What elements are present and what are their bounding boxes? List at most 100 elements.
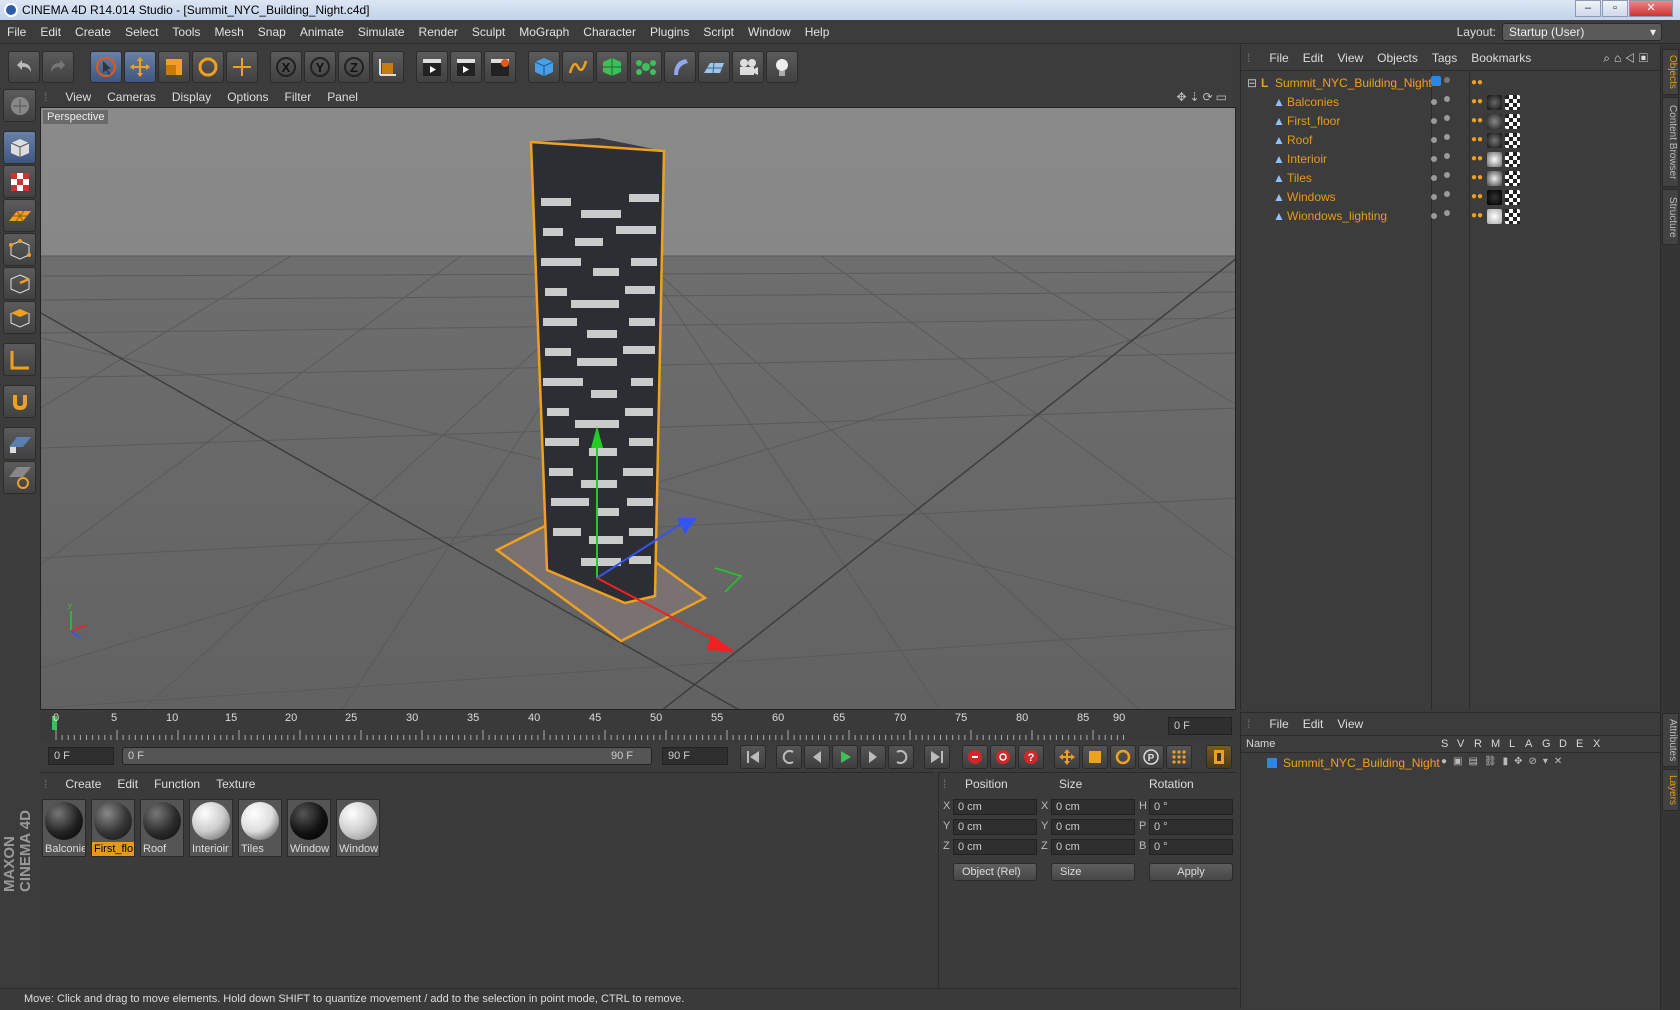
viewport-nav-icons[interactable]: ✥⇣⟳▭ xyxy=(1176,87,1230,107)
column-name[interactable]: Name xyxy=(1246,738,1275,750)
cube-primitive-button[interactable] xyxy=(528,51,560,83)
tab-structure[interactable]: Structure xyxy=(1662,189,1679,245)
redo-button[interactable] xyxy=(42,51,74,83)
perspective-viewport[interactable]: y Perspective xyxy=(40,107,1236,710)
y-axis-lock[interactable]: Y xyxy=(304,51,336,83)
editor-visibility-dot[interactable] xyxy=(1431,118,1437,124)
menu-window[interactable]: Window xyxy=(741,20,798,44)
preview-range-slider[interactable]: 0 F 90 F xyxy=(122,747,652,765)
material-tag[interactable] xyxy=(1487,171,1502,186)
rotate-tool[interactable] xyxy=(192,51,224,83)
editor-visibility-dot[interactable] xyxy=(1431,213,1437,219)
previous-key-button[interactable] xyxy=(776,745,802,769)
go-to-end-button[interactable] xyxy=(924,745,950,769)
material-swatch[interactable]: Tiles xyxy=(238,799,282,857)
material-tag[interactable] xyxy=(1487,190,1502,205)
workplane-align-button[interactable] xyxy=(3,461,36,494)
object-row-root[interactable]: ⊟ L Summit_NYC_Building_Night ●● xyxy=(1245,73,1655,93)
column-view[interactable]: V xyxy=(1457,738,1464,750)
play-button[interactable] xyxy=(832,745,858,769)
tab-objects[interactable]: Objects xyxy=(1662,49,1679,95)
render-visibility-dot[interactable] xyxy=(1444,210,1450,216)
coordinate-mode-dropdown[interactable]: Object (Rel) xyxy=(953,863,1037,881)
column-expressions[interactable]: E xyxy=(1576,738,1583,750)
undo-button[interactable] xyxy=(8,51,40,83)
material-tag[interactable] xyxy=(1487,152,1502,167)
render-visibility-dot[interactable] xyxy=(1444,115,1450,121)
points-mode-button[interactable] xyxy=(3,233,36,266)
object-menu-file[interactable]: File xyxy=(1262,45,1295,71)
array-button[interactable] xyxy=(630,51,662,83)
object-name[interactable]: Summit_NYC_Building_Night xyxy=(1275,73,1432,93)
tab-attributes[interactable]: Attributes xyxy=(1662,713,1679,767)
close-button[interactable]: ✕ xyxy=(1629,0,1673,17)
material-tag[interactable] xyxy=(1487,114,1502,129)
object-name[interactable]: Tiles xyxy=(1287,168,1312,188)
light-button[interactable] xyxy=(766,51,798,83)
material-swatch[interactable]: First_flo xyxy=(91,799,135,857)
render-to-picture-viewer-button[interactable] xyxy=(450,51,482,83)
viewport-menu-display[interactable]: Display xyxy=(164,87,219,107)
go-to-start-button[interactable] xyxy=(740,745,766,769)
object-name[interactable]: Windows xyxy=(1287,187,1336,207)
material-menu-create[interactable]: Create xyxy=(57,773,109,795)
workplane-mode-button[interactable] xyxy=(3,199,36,232)
minimize-button[interactable]: – xyxy=(1575,0,1601,17)
move-tool[interactable] xyxy=(124,51,156,83)
position-x-field[interactable]: 0 cm xyxy=(953,799,1037,815)
menu-simulate[interactable]: Simulate xyxy=(351,20,412,44)
recent-tool[interactable] xyxy=(226,51,258,83)
viewport-menu-view[interactable]: View xyxy=(57,87,99,107)
next-key-button[interactable] xyxy=(888,745,914,769)
render-settings-button[interactable] xyxy=(484,51,516,83)
layer-name[interactable]: Summit_NYC_Building_Night xyxy=(1283,756,1440,770)
layer-toggle-icons[interactable]: ●▣▤⛓▮✥⊘▾✕ xyxy=(1441,756,1568,767)
x-axis-lock[interactable]: X xyxy=(270,51,302,83)
snap-button[interactable] xyxy=(3,385,36,418)
layer-tag-icon[interactable]: ●● xyxy=(1471,149,1483,169)
workplane-lock-button[interactable] xyxy=(3,427,36,460)
current-frame-field[interactable]: 0 F xyxy=(1168,717,1232,735)
object-name[interactable]: Balconies xyxy=(1287,92,1339,112)
z-axis-lock[interactable]: Z xyxy=(338,51,370,83)
live-selection-tool[interactable] xyxy=(90,51,122,83)
size-y-field[interactable]: 0 cm xyxy=(1051,819,1135,835)
menu-script[interactable]: Script xyxy=(696,20,741,44)
rotation-b-field[interactable]: 0 ° xyxy=(1149,839,1233,855)
layer-tag-icon[interactable]: ●● xyxy=(1471,168,1483,188)
object-name[interactable]: Interioir xyxy=(1287,149,1327,169)
object-manager-search-icons[interactable]: ⌕⌂◁▣ xyxy=(1603,45,1652,71)
record-rotation-button[interactable] xyxy=(1110,745,1136,769)
render-visibility-dot[interactable] xyxy=(1444,172,1450,178)
menu-edit[interactable]: Edit xyxy=(33,20,68,44)
column-xref[interactable]: X xyxy=(1593,738,1600,750)
object-menu-view[interactable]: View xyxy=(1330,45,1370,71)
viewport-menu-cameras[interactable]: Cameras xyxy=(99,87,164,107)
column-deformers[interactable]: D xyxy=(1559,738,1567,750)
rotation-h-field[interactable]: 0 ° xyxy=(1149,799,1233,815)
texture-tag-checker[interactable] xyxy=(1505,190,1520,205)
menu-plugins[interactable]: Plugins xyxy=(643,20,696,44)
viewport-menu-panel[interactable]: Panel xyxy=(319,87,366,107)
material-tag[interactable] xyxy=(1487,95,1502,110)
material-menu-texture[interactable]: Texture xyxy=(208,773,263,795)
texture-tag-checker[interactable] xyxy=(1505,209,1520,224)
previous-frame-button[interactable] xyxy=(804,745,830,769)
object-name[interactable]: Roof xyxy=(1287,130,1312,150)
viewport-menu-filter[interactable]: Filter xyxy=(277,87,320,107)
collapse-toggle[interactable]: ⊟ xyxy=(1247,73,1257,93)
editor-visibility-dot[interactable] xyxy=(1431,156,1437,162)
coordinate-system-button[interactable] xyxy=(372,51,404,83)
object-menu-edit[interactable]: Edit xyxy=(1296,45,1331,71)
column-locked[interactable]: L xyxy=(1509,738,1515,750)
tab-content-browser[interactable]: Content Browser xyxy=(1662,97,1679,187)
size-x-field[interactable]: 0 cm xyxy=(1051,799,1135,815)
texture-tag-checker[interactable] xyxy=(1505,133,1520,148)
menu-sculpt[interactable]: Sculpt xyxy=(465,20,512,44)
object-name[interactable]: First_floor xyxy=(1287,111,1340,131)
record-pla-button[interactable] xyxy=(1166,745,1192,769)
menu-create[interactable]: Create xyxy=(68,20,118,44)
make-editable-button[interactable] xyxy=(3,89,36,122)
editor-visibility-dot[interactable] xyxy=(1431,137,1437,143)
material-swatch[interactable]: Roof xyxy=(140,799,184,857)
